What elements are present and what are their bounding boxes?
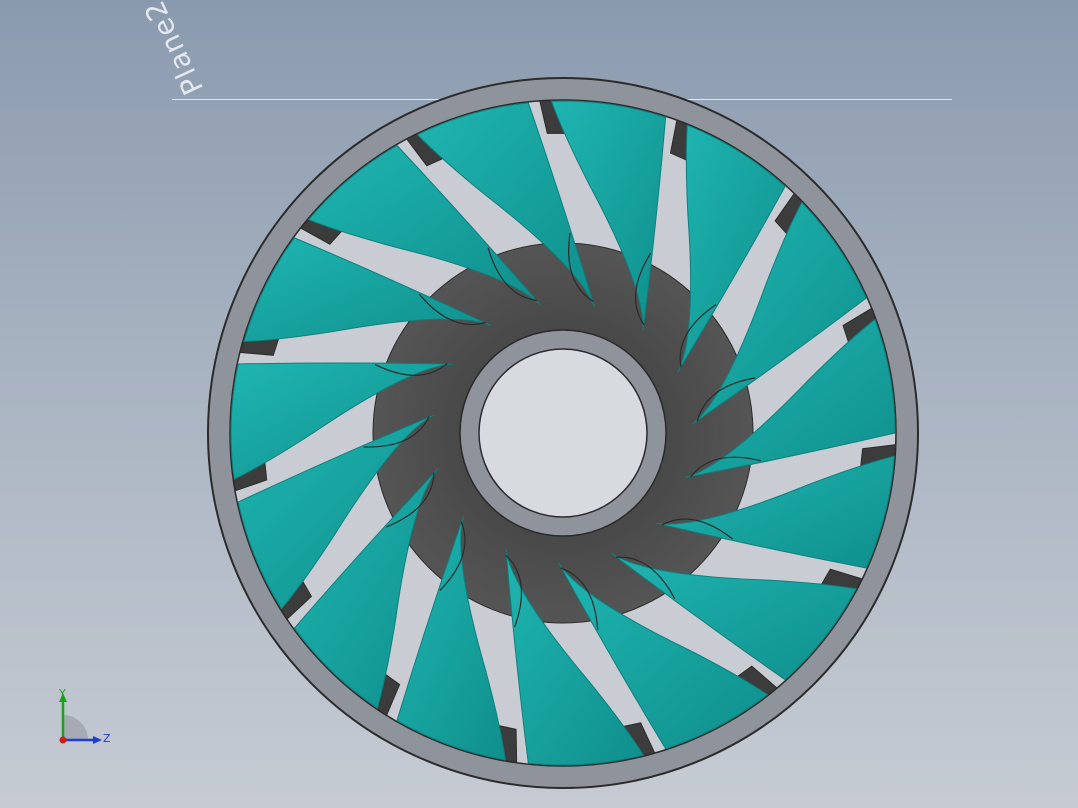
triad-y-label: Y [59, 687, 66, 700]
triad-z-label: Z [103, 732, 111, 745]
triad-x-origin-icon [59, 736, 67, 744]
shaft-bore [478, 348, 648, 518]
triad-z-arrow-icon [93, 736, 102, 744]
triad-shade-icon [63, 715, 88, 740]
turbine-runner-model[interactable] [0, 0, 1078, 808]
graphics-viewport[interactable]: Plane2 Y Z [0, 0, 1078, 808]
